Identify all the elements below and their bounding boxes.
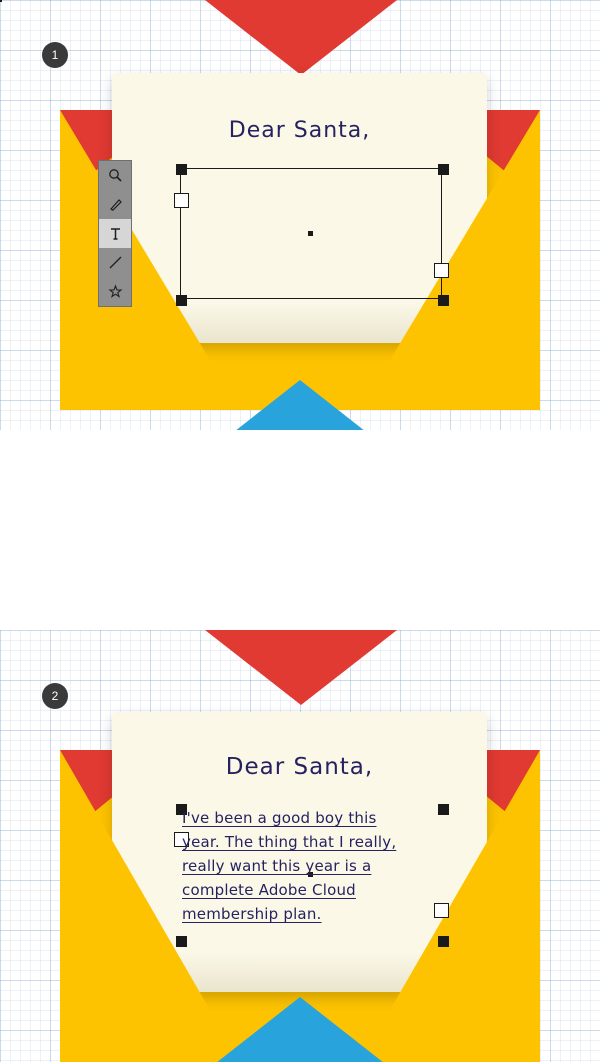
star-tool[interactable] bbox=[99, 277, 131, 306]
text-frame-handle-bl[interactable] bbox=[176, 295, 187, 306]
letter-body-line-5: membership plan. bbox=[182, 905, 322, 923]
letter-body-line-4: complete Adobe Cloud bbox=[182, 881, 356, 899]
tool-strip[interactable] bbox=[98, 160, 132, 307]
panel-step-1: Dear Santa, 1 bbox=[0, 0, 600, 430]
type-tool[interactable] bbox=[99, 219, 131, 248]
text-frame-out-port[interactable] bbox=[434, 263, 449, 278]
letter-body-text: I've been a good boy this year. The thin… bbox=[182, 806, 440, 926]
step-badge-2: 2 bbox=[42, 683, 68, 709]
text-frame-2-handle-br[interactable] bbox=[438, 936, 449, 947]
step-badge-1: 1 bbox=[42, 42, 68, 68]
text-frame-handle-br[interactable] bbox=[438, 295, 449, 306]
line-tool[interactable] bbox=[99, 248, 131, 277]
pen-tool[interactable] bbox=[99, 190, 131, 219]
letter-body-line-3: really want this year is a bbox=[182, 857, 372, 875]
zoom-tool[interactable] bbox=[99, 161, 131, 190]
envelope-blue-card-2 bbox=[160, 997, 440, 1062]
envelope-blue-card bbox=[160, 380, 440, 430]
letter-body-line-1: I've been a good boy this bbox=[182, 809, 377, 827]
envelope-top-flap bbox=[205, 0, 397, 75]
text-frame-in-port[interactable] bbox=[174, 193, 189, 208]
text-frame-handle-tl[interactable] bbox=[176, 164, 187, 175]
letter-body-line-2: year. The thing that I really, bbox=[182, 833, 397, 851]
text-frame-center-point bbox=[308, 231, 313, 236]
text-frame-2-handle-bl[interactable] bbox=[176, 936, 187, 947]
panel-character-settings: «▸ ✕ ↕ Character Touch Type Tool bbox=[0, 430, 600, 630]
text-frame-filled[interactable] bbox=[0, 0, 2, 2]
text-frame-handle-tr[interactable] bbox=[438, 164, 449, 175]
envelope-top-flap-2 bbox=[205, 630, 397, 705]
